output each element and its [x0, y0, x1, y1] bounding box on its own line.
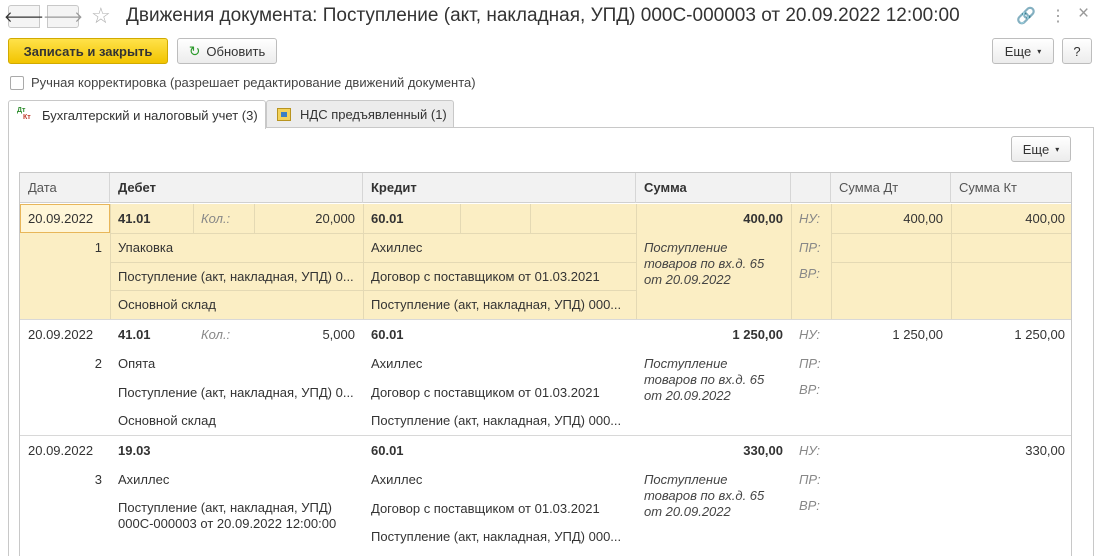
manual-correction-checkbox[interactable]	[10, 75, 24, 90]
debit-subconto-1: Опята	[118, 356, 156, 371]
credit-subconto-1: Ахиллес	[371, 356, 423, 371]
posting-content: Поступление товаров по вх.д. 65 от 20.09…	[644, 240, 765, 287]
credit-subconto-1: Ахиллес	[371, 472, 423, 487]
credit-subconto-2: Договор с поставщиком от 01.03.2021	[371, 501, 600, 516]
column-date[interactable]: Дата	[20, 173, 110, 203]
credit-subconto-2: Договор с поставщиком от 01.03.2021	[371, 269, 600, 284]
help-button[interactable]: ?	[1062, 38, 1092, 64]
refresh-icon: ↻	[188, 42, 201, 59]
credit-account: 60.01	[371, 443, 404, 458]
vat-register-icon	[277, 108, 291, 121]
debit-account: 41.01	[118, 211, 151, 226]
link-icon[interactable]: 🔗	[1016, 6, 1036, 26]
row-number: 2	[94, 356, 102, 371]
credit-subconto-3: Поступление (акт, накладная, УПД) 000...	[371, 529, 622, 544]
pr-label: ПР:	[799, 356, 821, 371]
debit-subconto-1: Ахиллес	[118, 472, 170, 487]
column-credit[interactable]: Кредит	[363, 173, 636, 203]
chevron-down-icon: ▾	[1055, 144, 1060, 154]
tab-vat[interactable]: НДС предъявленный (1)	[266, 100, 454, 128]
row-sum-kt: 1 250,00	[1014, 327, 1065, 342]
debit-account: 41.01	[118, 327, 151, 342]
credit-account: 60.01	[371, 211, 404, 226]
refresh-label: Обновить	[206, 43, 266, 59]
posting-content: Поступление товаров по вх.д. 65 от 20.09…	[644, 356, 765, 403]
vr-label: ВР:	[799, 498, 820, 513]
table-header: Дата Дебет Кредит Сумма Сумма Дт Сумма К…	[20, 173, 1071, 203]
nu-label: НУ:	[799, 211, 821, 226]
debit-subconto-2: Поступление (акт, накладная, УПД) 000С-0…	[118, 500, 337, 531]
tab-accounting-label: Бухгалтерский и налоговый учет (3)	[42, 107, 258, 123]
debit-subconto-1: Упаковка	[118, 240, 174, 255]
chevron-down-icon: ▾	[1037, 46, 1042, 56]
favorite-star-icon[interactable]: ☆	[91, 3, 111, 29]
pr-label: ПР:	[799, 472, 821, 487]
manual-correction-label: Ручная корректировка (разрешает редактир…	[31, 75, 476, 90]
row-date: 20.09.2022	[28, 443, 94, 458]
row-sum-kt: 400,00	[1025, 211, 1065, 226]
debit-qty: 5,000	[322, 327, 355, 342]
vr-label: ВР:	[799, 266, 820, 281]
credit-subconto-3: Поступление (акт, накладная, УПД) 000...	[371, 297, 622, 312]
column-debit[interactable]: Дебет	[110, 173, 363, 203]
more-button[interactable]: Еще ▾	[992, 38, 1054, 64]
forward-arrow-icon[interactable]: 🡒	[43, 5, 83, 28]
row-number: 1	[94, 240, 102, 255]
column-sum[interactable]: Сумма	[636, 173, 791, 203]
window-title: Движения документа: Поступление (акт, на…	[126, 5, 960, 26]
tab-accounting[interactable]: Дт Кт Бухгалтерский и налоговый учет (3)	[8, 100, 266, 129]
dt-kt-icon: Дт Кт	[17, 107, 31, 121]
qty-label: Кол.:	[201, 327, 231, 342]
panel-more-label: Еще	[1022, 141, 1050, 157]
back-arrow-icon[interactable]: 🡐	[4, 5, 44, 28]
debit-qty: 20,000	[315, 211, 355, 226]
credit-account: 60.01	[371, 327, 404, 342]
more-menu-icon[interactable]: ⋮	[1050, 6, 1066, 26]
close-icon[interactable]: ×	[1078, 3, 1089, 25]
row-number: 3	[94, 472, 102, 487]
posting-content: Поступление товаров по вх.д. 65 от 20.09…	[644, 472, 765, 519]
row-date: 20.09.2022	[28, 211, 94, 226]
table-row[interactable]: 20.09.2022 41.01 Кол.: 20,000 60.01 400,…	[20, 204, 1071, 319]
row-sum-kt: 330,00	[1025, 443, 1065, 458]
manual-correction-row[interactable]: Ручная корректировка (разрешает редактир…	[10, 75, 476, 90]
row-sum-dt: 400,00	[903, 211, 943, 226]
table-row[interactable]: 20.09.2022 19.03 60.01 330,00 НУ: 330,00…	[20, 436, 1071, 556]
debit-subconto-2: Поступление (акт, накладная, УПД) 0...	[118, 269, 354, 284]
nu-label: НУ:	[799, 327, 821, 342]
debit-account: 19.03	[118, 443, 151, 458]
panel-more-button[interactable]: Еще ▾	[1011, 136, 1071, 162]
vr-label: ВР:	[799, 382, 820, 397]
tab-vat-label: НДС предъявленный (1)	[300, 107, 447, 122]
credit-subconto-1: Ахиллес	[371, 240, 423, 255]
postings-table: Дата Дебет Кредит Сумма Сумма Дт Сумма К…	[19, 172, 1072, 556]
column-type[interactable]	[791, 173, 831, 203]
credit-subconto-3: Поступление (акт, накладная, УПД) 000...	[371, 413, 622, 428]
row-sum: 1 250,00	[732, 327, 783, 342]
debit-subconto-2: Поступление (акт, накладная, УПД) 0...	[118, 385, 354, 400]
qty-label: Кол.:	[201, 211, 231, 226]
save-and-close-button[interactable]: Записать и закрыть	[8, 38, 168, 64]
column-sum-kt[interactable]: Сумма Кт	[951, 173, 1071, 203]
debit-subconto-3: Основной склад	[118, 413, 216, 428]
column-sum-dt[interactable]: Сумма Дт	[831, 173, 951, 203]
title-bar: 🡐 🡒 ☆ Движения документа: Поступление (а…	[0, 0, 1102, 34]
refresh-button[interactable]: ↻ Обновить	[177, 38, 277, 64]
row-sum: 330,00	[743, 443, 783, 458]
row-date: 20.09.2022	[28, 327, 94, 342]
pr-label: ПР:	[799, 240, 821, 255]
more-label: Еще	[1004, 43, 1032, 59]
credit-subconto-2: Договор с поставщиком от 01.03.2021	[371, 385, 600, 400]
nu-label: НУ:	[799, 443, 821, 458]
row-sum-dt: 1 250,00	[892, 327, 943, 342]
row-sum: 400,00	[743, 211, 783, 226]
table-row[interactable]: 20.09.2022 41.01 Кол.: 5,000 60.01 1 250…	[20, 320, 1071, 435]
debit-subconto-3: Основной склад	[118, 297, 216, 312]
